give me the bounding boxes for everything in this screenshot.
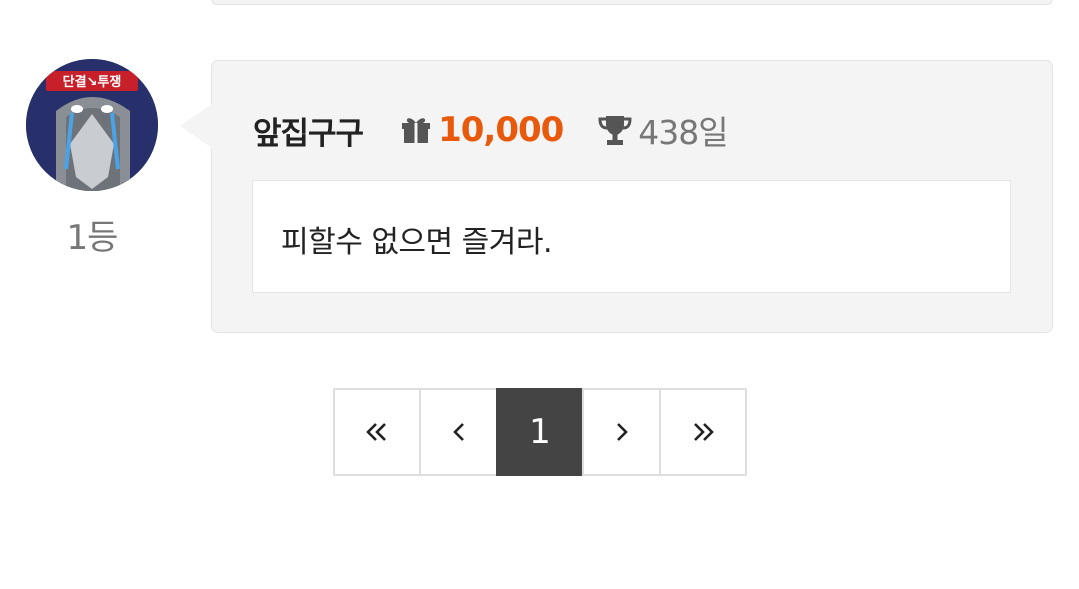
author-name[interactable]: 앞집구구	[253, 108, 364, 153]
double-chevron-right-icon	[694, 423, 714, 441]
pagination: 1	[333, 388, 747, 476]
previous-page-button[interactable]	[419, 388, 498, 476]
double-chevron-left-icon	[366, 423, 386, 441]
comment-meta: 앞집구구 10,000 438일	[253, 108, 729, 153]
comment-card-pointer	[180, 104, 212, 148]
current-page-number: 1	[529, 412, 551, 452]
page-1-button[interactable]: 1	[496, 388, 584, 476]
chevron-right-icon	[616, 423, 628, 441]
rank-label: 1등	[66, 218, 119, 258]
first-page-button[interactable]	[333, 388, 421, 476]
trophy-icon	[598, 114, 632, 146]
last-page-button[interactable]	[659, 388, 747, 476]
chevron-left-icon	[452, 423, 464, 441]
avatar-image: 단결↘투쟁	[26, 59, 158, 191]
avatar[interactable]: 단결↘투쟁	[26, 59, 158, 191]
comment-body: 피할수 없으면 즐겨라.	[252, 180, 1011, 293]
gift-icon	[401, 116, 431, 144]
previous-comment-card	[211, 0, 1053, 5]
points-value: 10,000	[438, 110, 564, 150]
next-page-button[interactable]	[582, 388, 661, 476]
comment-text: 피할수 없으면 즐겨라.	[281, 225, 553, 260]
avatar-banner-text: 단결↘투쟁	[63, 74, 122, 90]
days-value: 438일	[638, 113, 728, 152]
